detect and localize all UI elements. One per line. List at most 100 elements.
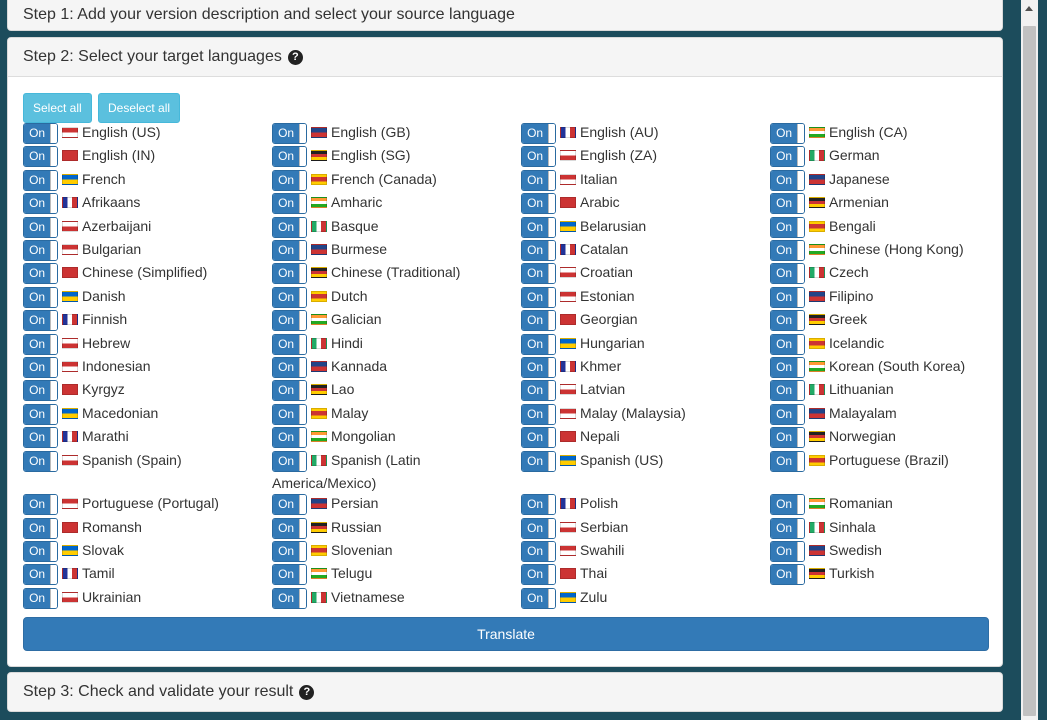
help-icon[interactable]: ? (299, 684, 315, 700)
language-toggle[interactable]: On (521, 494, 556, 516)
language-toggle[interactable]: On (521, 564, 556, 586)
language-toggle[interactable]: On (23, 517, 58, 539)
language-toggle[interactable]: On (770, 123, 805, 144)
language-toggle[interactable]: On (521, 193, 556, 215)
language-toggle[interactable]: On (272, 540, 307, 562)
language-toggle[interactable]: On (521, 216, 556, 238)
language-toggle[interactable]: On (770, 286, 805, 308)
language-toggle[interactable]: On (272, 286, 307, 308)
toggle-on-label: On (771, 264, 798, 284)
language-toggle[interactable]: On (770, 380, 805, 402)
language-toggle[interactable]: On (521, 427, 556, 449)
language-toggle[interactable]: On (770, 240, 805, 261)
language-toggle[interactable]: On (272, 403, 307, 425)
language-toggle[interactable]: On (272, 193, 307, 215)
language-toggle[interactable]: On (521, 240, 556, 261)
language-toggle[interactable]: On (23, 357, 58, 378)
language-toggle[interactable]: On (23, 540, 58, 562)
language-toggle[interactable]: On (23, 450, 58, 472)
language-toggle[interactable]: On (23, 240, 58, 261)
language-toggle[interactable]: On (770, 310, 805, 332)
language-toggle[interactable]: On (272, 216, 307, 238)
language-toggle[interactable]: On (770, 427, 805, 449)
language-toggle[interactable]: On (521, 380, 556, 402)
language-toggle[interactable]: On (770, 333, 805, 355)
language-toggle[interactable]: On (23, 193, 58, 215)
language-label: Thai (580, 565, 608, 582)
step3-header[interactable]: Step 3: Check and validate your result ? (8, 673, 1002, 711)
language-toggle[interactable]: On (272, 357, 307, 378)
language-toggle[interactable]: On (272, 240, 307, 261)
language-toggle[interactable]: On (272, 263, 307, 285)
language-toggle[interactable]: On (272, 169, 307, 191)
language-toggle[interactable]: On (272, 587, 307, 609)
language-toggle[interactable]: On (23, 263, 58, 285)
language-toggle[interactable]: On (770, 216, 805, 238)
scroll-up-arrow-icon[interactable] (1025, 6, 1033, 11)
language-toggle[interactable]: On (770, 450, 805, 472)
step2-header[interactable]: Step 2: Select your target languages ? (8, 38, 1002, 77)
language-toggle[interactable]: On (23, 310, 58, 332)
language-toggle[interactable]: On (23, 123, 58, 144)
language-toggle[interactable]: On (23, 333, 58, 355)
language-label: Slovak (82, 541, 125, 558)
language-toggle[interactable]: On (272, 123, 307, 144)
scrollbar[interactable] (1021, 0, 1038, 720)
language-toggle[interactable]: On (521, 403, 556, 425)
language-toggle[interactable]: On (521, 146, 556, 168)
language-toggle[interactable]: On (23, 587, 58, 609)
language-toggle[interactable]: On (770, 564, 805, 586)
language-toggle[interactable]: On (272, 564, 307, 586)
language-toggle[interactable]: On (521, 540, 556, 562)
language-toggle[interactable]: On (521, 333, 556, 355)
language-toggle[interactable]: On (272, 427, 307, 449)
language-toggle[interactable]: On (272, 380, 307, 402)
language-toggle[interactable]: On (521, 517, 556, 539)
language-toggle[interactable]: On (272, 310, 307, 332)
language-toggle[interactable]: On (521, 450, 556, 472)
language-toggle[interactable]: On (23, 286, 58, 308)
language-toggle[interactable]: On (521, 587, 556, 609)
language-label: Norwegian (829, 428, 896, 445)
select-all-button[interactable]: Select all (23, 93, 92, 123)
translate-button[interactable]: Translate (23, 617, 989, 651)
language-toggle[interactable]: On (272, 517, 307, 539)
help-icon[interactable]: ? (287, 49, 303, 65)
language-toggle[interactable]: On (272, 333, 307, 355)
deselect-all-button[interactable]: Deselect all (98, 93, 181, 123)
flag-icon (560, 314, 576, 326)
language-toggle[interactable]: On (521, 123, 556, 144)
language-toggle[interactable]: On (23, 216, 58, 238)
flag-icon (311, 498, 327, 510)
scrollbar-thumb[interactable] (1023, 26, 1036, 716)
language-toggle[interactable]: On (770, 494, 805, 516)
language-toggle[interactable]: On (272, 146, 307, 168)
toggle-on-label: On (273, 381, 300, 401)
language-toggle[interactable]: On (521, 310, 556, 332)
language-toggle[interactable]: On (521, 169, 556, 191)
language-toggle[interactable]: On (770, 357, 805, 378)
language-toggle[interactable]: On (521, 286, 556, 308)
language-toggle[interactable]: On (770, 193, 805, 215)
toggle-knob (548, 147, 555, 167)
language-toggle[interactable]: On (23, 146, 58, 168)
language-toggle[interactable]: On (272, 494, 307, 516)
language-toggle[interactable]: On (770, 403, 805, 425)
step1-header[interactable]: Step 1: Add your version description and… (8, 0, 1002, 30)
language-toggle[interactable]: On (23, 564, 58, 586)
language-toggle[interactable]: On (272, 450, 307, 472)
language-toggle[interactable]: On (521, 263, 556, 285)
language-toggle[interactable]: On (521, 357, 556, 378)
flag-icon (311, 431, 327, 443)
language-toggle[interactable]: On (770, 517, 805, 539)
language-toggle[interactable]: On (23, 494, 58, 516)
language-toggle[interactable]: On (23, 403, 58, 425)
language-toggle[interactable]: On (23, 427, 58, 449)
language-toggle[interactable]: On (770, 540, 805, 562)
language-toggle[interactable]: On (23, 169, 58, 191)
language-toggle[interactable]: On (23, 380, 58, 402)
language-option: On Estonian (521, 286, 767, 309)
language-toggle[interactable]: On (770, 146, 805, 168)
language-toggle[interactable]: On (770, 169, 805, 191)
language-toggle[interactable]: On (770, 263, 805, 285)
